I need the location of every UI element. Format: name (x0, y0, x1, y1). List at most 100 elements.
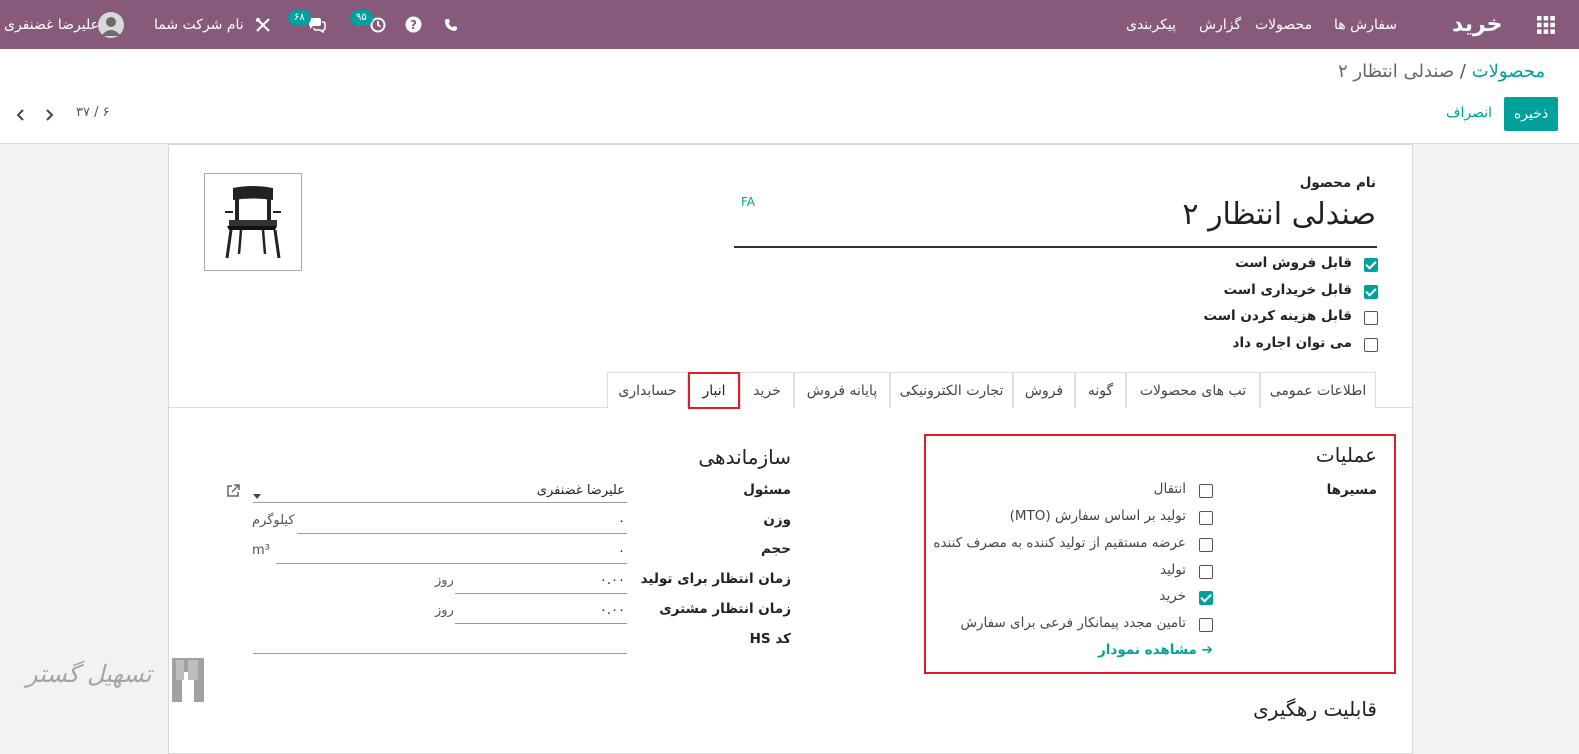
chevron-right-icon (46, 109, 54, 121)
tab-point-of-sale[interactable]: پایانه فروش (794, 372, 890, 408)
tab-general-info[interactable]: اطلاعات عمومی (1260, 372, 1376, 408)
chair-image (225, 186, 281, 259)
caret-down-icon (253, 494, 261, 499)
control-panel: محصولات / صندلی انتظار ۲ ذخیره انصراف ۶ … (0, 49, 1579, 144)
menu-orders[interactable]: سفارش ها (1334, 0, 1397, 49)
route-buy-label: خرید (1159, 588, 1186, 604)
weight-unit: کیلوگرم (252, 513, 295, 528)
product-image[interactable] (204, 173, 302, 271)
tab-ecommerce[interactable]: تجارت الکترونیکی (890, 372, 1013, 408)
route-subcontract-checkbox[interactable] (1199, 618, 1213, 632)
watermark-logo: تسهیل گستر (26, 650, 211, 710)
tab-product-tabs[interactable]: تب های محصولات (1126, 372, 1260, 408)
menu-configuration[interactable]: پیکربندی (1126, 0, 1176, 49)
discard-button[interactable]: انصراف (1446, 105, 1492, 121)
customer-lead-label: زمان انتظار مشتری (659, 601, 791, 617)
pager-previous-button[interactable] (14, 107, 26, 126)
responsible-value[interactable]: علیرضا غضنفری (537, 483, 625, 498)
tab-purchase[interactable]: خرید (740, 372, 794, 408)
manufacturing-lead-unit: روز (435, 573, 454, 588)
messaging-menu[interactable]: ۶۸ (288, 0, 326, 49)
weight-underline (297, 533, 627, 534)
route-mto-checkbox[interactable] (1199, 511, 1213, 525)
can-be-expensed-label: قابل هزینه کردن است (1203, 308, 1352, 324)
product-name-label: نام محصول (1299, 175, 1376, 191)
hs-code-underline (253, 653, 627, 654)
breadcrumb-parent[interactable]: محصولات (1472, 61, 1545, 82)
hs-code-label: کد HS (749, 631, 791, 647)
responsible-underline (253, 502, 627, 503)
weight-value[interactable]: ۰ (618, 514, 625, 529)
route-manufacture-label: تولید (1159, 562, 1186, 578)
can-be-expensed-checkbox[interactable] (1364, 311, 1378, 325)
pager-value[interactable]: ۶ / ۳۷ (76, 105, 110, 120)
manufacturing-lead-value[interactable]: ۰.۰۰ (600, 573, 625, 588)
form-sheet: نام محصول FA صندلی انتظار ۲ قابل فروش اس… (168, 144, 1413, 754)
save-button[interactable]: ذخیره (1504, 97, 1558, 131)
can-be-purchased-checkbox[interactable] (1364, 285, 1378, 299)
menu-products[interactable]: محصولات (1255, 0, 1312, 49)
route-transfer-label: انتقال (1153, 481, 1186, 497)
view-diagram-label: مشاهده نمودار (1098, 642, 1197, 658)
traceability-title: قابلیت رهگیری (1253, 697, 1377, 721)
routes-label: مسیرها (1326, 482, 1377, 498)
weight-label: وزن (763, 512, 791, 528)
apps-grid-icon[interactable] (1537, 0, 1561, 49)
messages-count-badge: ۶۸ (288, 9, 311, 26)
route-dropship-label: عرضه مستقیم از تولید کننده به مصرف کننده (933, 535, 1186, 551)
help-icon[interactable]: ? (405, 0, 422, 49)
route-manufacture-checkbox[interactable] (1199, 565, 1213, 579)
can-be-sold-checkbox[interactable] (1364, 258, 1378, 272)
breadcrumb-current: صندلی انتظار ۲ (1338, 61, 1455, 82)
activity-count-badge: ۹۵ (350, 9, 373, 26)
manufacturing-lead-label: زمان انتظار برای تولید (640, 571, 791, 587)
activity-menu[interactable]: ۹۵ (350, 0, 386, 49)
tab-inventory[interactable]: انبار (688, 372, 740, 409)
pager-next-button[interactable] (44, 107, 56, 126)
phone-icon[interactable] (444, 0, 458, 49)
breadcrumb: محصولات / صندلی انتظار ۲ (1338, 61, 1545, 82)
can-be-sold-label: قابل فروش است (1235, 255, 1352, 271)
volume-value[interactable]: ۰ (618, 544, 625, 559)
product-name-field[interactable]: صندلی انتظار ۲ (1182, 197, 1376, 232)
breadcrumb-separator: / (1459, 61, 1466, 82)
tab-accounting[interactable]: حسابداری (607, 372, 688, 408)
volume-label: حجم (760, 541, 791, 557)
external-link-icon (227, 484, 240, 497)
chevron-left-icon (16, 109, 24, 121)
route-buy-checkbox[interactable] (1199, 591, 1213, 605)
route-transfer-checkbox[interactable] (1199, 484, 1213, 498)
product-name-underline (734, 246, 1377, 248)
external-link-button[interactable] (226, 483, 240, 502)
svg-text:?: ? (410, 18, 417, 32)
arrow-right-icon: ➔ (1201, 642, 1213, 658)
user-name[interactable]: علیرضا غضنفری (4, 0, 99, 49)
volume-underline (276, 563, 627, 564)
customer-lead-value[interactable]: ۰.۰۰ (600, 603, 625, 618)
responsible-label: مسئول (743, 482, 791, 498)
organization-title: سازماندهی (698, 445, 791, 469)
tab-variants[interactable]: گونه (1075, 372, 1126, 408)
menu-reports[interactable]: گزارش (1199, 0, 1241, 49)
operations-highlight-box (924, 434, 1396, 674)
can-be-purchased-label: قابل خریداری است (1223, 282, 1352, 298)
volume-unit: m³ (252, 543, 270, 558)
app-title[interactable]: خرید (1452, 0, 1503, 49)
company-switcher[interactable]: نام شرکت شما (154, 0, 244, 49)
customer-lead-underline (455, 623, 627, 624)
route-mto-label: تولید بر اساس سفارش (MTO) (1009, 508, 1186, 524)
top-navbar: خرید سفارش ها محصولات گزارش پیکربندی ? ۹… (0, 0, 1579, 49)
route-dropship-checkbox[interactable] (1199, 538, 1213, 552)
responsible-dropdown-toggle[interactable] (252, 485, 262, 504)
can-be-rented-label: می توان اجاره داد (1232, 335, 1352, 351)
debug-icon[interactable] (255, 0, 271, 49)
can-be-rented-checkbox[interactable] (1364, 338, 1378, 352)
route-subcontract-label: تامین مجدد پیمانکار فرعی برای سفارش (960, 615, 1186, 631)
language-button[interactable]: FA (741, 195, 755, 209)
operations-title: عملیات (1315, 443, 1377, 467)
avatar[interactable] (98, 0, 124, 49)
view-diagram-link[interactable]: ➔ مشاهده نمودار (1098, 642, 1213, 658)
watermark-text: تسهیل گستر (26, 660, 152, 688)
manufacturing-lead-underline (455, 593, 627, 594)
tab-sales[interactable]: فروش (1013, 372, 1075, 408)
